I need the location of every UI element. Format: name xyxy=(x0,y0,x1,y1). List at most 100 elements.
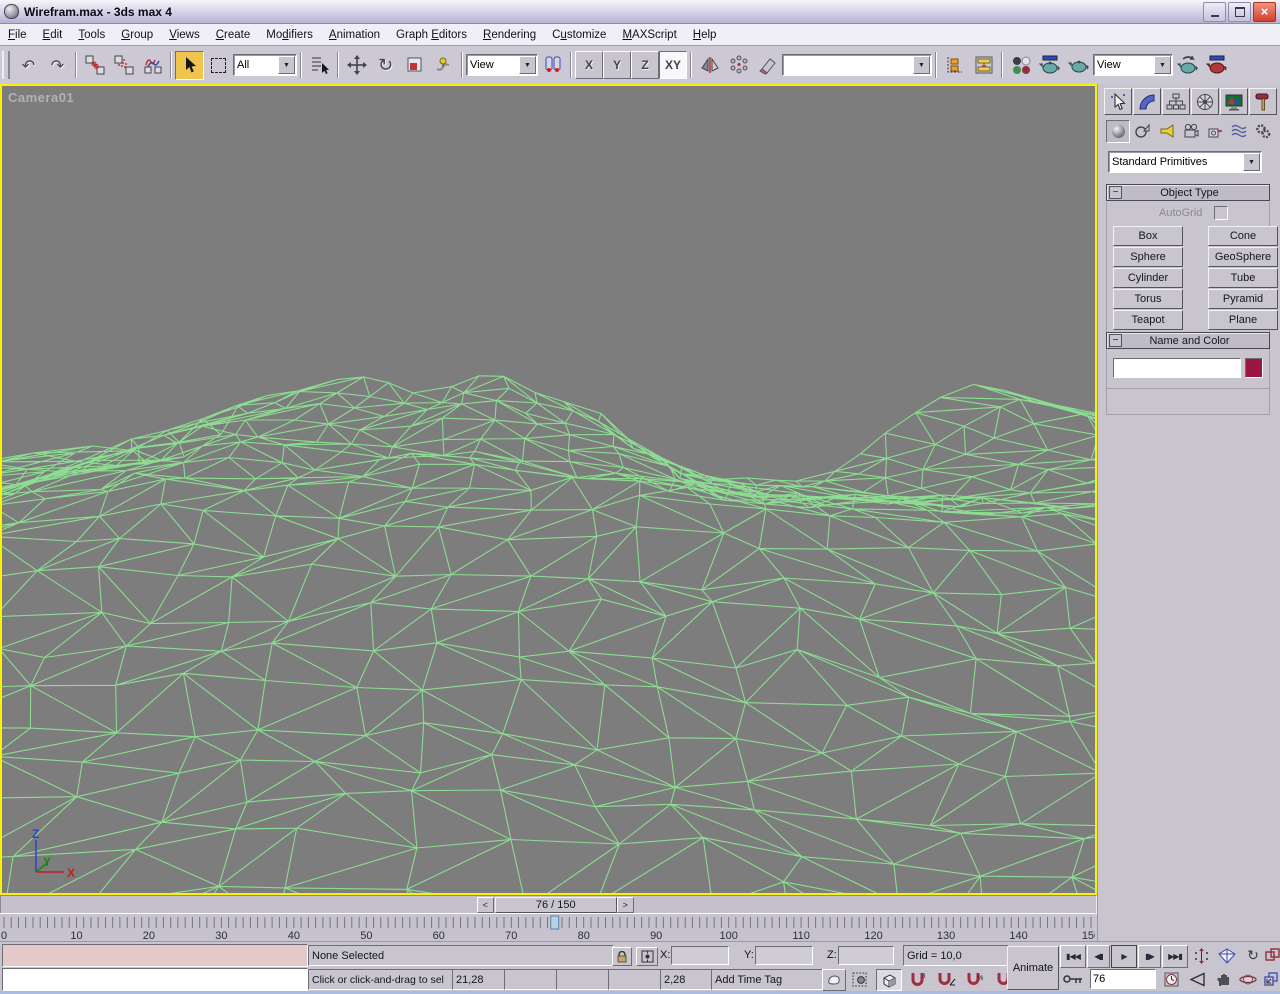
object-button-teapot[interactable]: Teapot xyxy=(1113,310,1183,330)
window-crossing-toggle[interactable] xyxy=(848,969,870,989)
zoom-extents-all-button[interactable] xyxy=(1264,945,1280,966)
track-view-button[interactable] xyxy=(940,51,969,80)
maxscript-listener-white[interactable] xyxy=(2,968,308,991)
tab-create[interactable] xyxy=(1104,88,1132,115)
tab-display[interactable] xyxy=(1220,88,1248,115)
select-by-name-button[interactable] xyxy=(305,51,334,80)
object-button-pyramid[interactable]: Pyramid xyxy=(1208,289,1278,309)
go-to-start-button[interactable]: ▮◀◀ xyxy=(1060,945,1086,968)
minimize-button[interactable] xyxy=(1203,1,1226,22)
play-button[interactable]: ▶ xyxy=(1111,945,1137,968)
category-systems[interactable] xyxy=(1252,120,1274,141)
time-slider-thumb[interactable]: 76 / 150 xyxy=(494,897,617,913)
go-to-end-button[interactable]: ▶▶▮ xyxy=(1162,945,1188,968)
time-slider-track[interactable]: < 76 / 150 > xyxy=(0,895,1097,915)
frame-marker[interactable] xyxy=(550,915,560,930)
object-button-tube[interactable]: Tube xyxy=(1208,268,1278,288)
animate-button[interactable]: Animate xyxy=(1007,946,1059,990)
select-and-manipulate-button[interactable] xyxy=(429,51,458,80)
category-cameras[interactable] xyxy=(1180,120,1202,141)
track-bar[interactable]: 0102030405060708090100110120130140150 xyxy=(0,913,1095,942)
snap-3d-toggle[interactable]: 3 xyxy=(906,969,930,989)
roll-camera-button[interactable]: ↻ xyxy=(1242,945,1264,966)
field-of-view-button[interactable] xyxy=(1186,969,1210,989)
named-selection-sets-dropdown[interactable]: ▼ xyxy=(782,54,932,76)
set-key-button[interactable] xyxy=(1060,970,1086,989)
restrict-xy-plane-button[interactable]: XY xyxy=(659,51,687,79)
render-last-button[interactable] xyxy=(1202,51,1231,80)
autogrid-checkbox[interactable] xyxy=(1214,206,1228,220)
time-slider-prev-arrow[interactable]: < xyxy=(476,897,494,913)
array-button[interactable] xyxy=(724,51,753,80)
menu-modifiers[interactable]: Modifiers xyxy=(258,25,321,45)
object-name-input[interactable] xyxy=(1114,359,1240,377)
menu-file[interactable]: File xyxy=(0,25,35,45)
tab-motion[interactable] xyxy=(1191,88,1219,115)
material-editor-button[interactable] xyxy=(1006,51,1035,80)
truck-camera-button[interactable] xyxy=(1212,969,1236,989)
menu-customize[interactable]: Customize xyxy=(544,25,614,45)
unlink-button[interactable] xyxy=(109,51,138,80)
selection-filter-dropdown[interactable]: All ▼ xyxy=(233,54,297,76)
schematic-view-button[interactable] xyxy=(969,51,998,80)
orbit-camera-button[interactable] xyxy=(1236,969,1260,989)
menu-create[interactable]: Create xyxy=(208,25,259,45)
angle-snap-toggle[interactable] xyxy=(934,969,960,989)
render-scene-button[interactable] xyxy=(1035,51,1064,80)
menu-views[interactable]: Views xyxy=(161,25,207,45)
selection-region-button[interactable] xyxy=(204,51,233,80)
object-type-rollout-header[interactable]: − Object Type xyxy=(1106,184,1270,201)
restrict-x-button[interactable]: X xyxy=(575,51,603,79)
object-button-box[interactable]: Box xyxy=(1113,226,1183,246)
time-configuration-button[interactable] xyxy=(1160,969,1182,989)
object-button-plane[interactable]: Plane xyxy=(1208,310,1278,330)
next-frame-button[interactable]: ▮▶ xyxy=(1138,945,1161,968)
category-lights[interactable] xyxy=(1156,120,1178,141)
object-color-swatch[interactable] xyxy=(1245,358,1263,378)
selection-lock-toggle[interactable] xyxy=(612,947,632,966)
align-button[interactable] xyxy=(753,51,782,80)
object-button-cylinder[interactable]: Cylinder xyxy=(1113,268,1183,288)
menu-animation[interactable]: Animation xyxy=(321,25,388,45)
menu-tools[interactable]: Tools xyxy=(70,25,113,45)
render-type-button[interactable] xyxy=(1064,51,1093,80)
tab-modify[interactable] xyxy=(1133,88,1161,115)
restore-button[interactable] xyxy=(1228,1,1251,22)
percent-snap-toggle[interactable]: % xyxy=(964,969,988,989)
close-button[interactable]: × xyxy=(1253,1,1276,22)
dolly-camera-button[interactable] xyxy=(1190,945,1212,966)
camera-viewport[interactable]: Camera01 Z X Y xyxy=(0,84,1097,895)
time-slider-next-arrow[interactable]: > xyxy=(616,897,634,913)
object-button-cone[interactable]: Cone xyxy=(1208,226,1278,246)
object-button-torus[interactable]: Torus xyxy=(1113,289,1183,309)
maxscript-listener-pink[interactable] xyxy=(2,944,308,967)
menu-rendering[interactable]: Rendering xyxy=(475,25,544,45)
toolbar-handle[interactable] xyxy=(2,51,10,79)
select-object-button[interactable] xyxy=(175,50,204,80)
menu-graph-editors[interactable]: Graph Editors xyxy=(388,25,475,45)
quick-render-button[interactable] xyxy=(1173,51,1202,80)
bind-to-space-warp-button[interactable] xyxy=(138,51,167,80)
redo-button[interactable]: ↷ xyxy=(43,51,72,80)
undo-button[interactable]: ↶ xyxy=(14,51,43,80)
category-space-warps[interactable] xyxy=(1228,120,1250,141)
absolute-offset-toggle[interactable] xyxy=(636,947,658,966)
min-max-toggle-button[interactable] xyxy=(1262,969,1280,989)
menu-help[interactable]: Help xyxy=(685,25,725,45)
snap-toggle-button[interactable] xyxy=(876,969,902,991)
degradation-override-button[interactable] xyxy=(822,969,846,991)
tab-utilities[interactable] xyxy=(1249,88,1277,115)
menu-edit[interactable]: Edit xyxy=(35,25,71,45)
x-coordinate-input[interactable] xyxy=(672,947,728,964)
restrict-y-button[interactable]: Y xyxy=(603,51,631,79)
y-coordinate-field[interactable] xyxy=(755,946,813,965)
select-and-scale-button[interactable] xyxy=(400,51,429,80)
category-geometry[interactable] xyxy=(1106,120,1130,143)
restrict-z-button[interactable]: Z xyxy=(631,51,659,79)
mirror-button[interactable] xyxy=(695,51,724,80)
render-viewport-dropdown[interactable]: View ▼ xyxy=(1093,54,1173,76)
name-color-rollout-header[interactable]: − Name and Color xyxy=(1106,332,1270,349)
add-time-tag[interactable]: Add Time Tag xyxy=(711,969,824,990)
y-coordinate-input[interactable] xyxy=(756,947,812,964)
object-button-geosphere[interactable]: GeoSphere xyxy=(1208,247,1278,267)
